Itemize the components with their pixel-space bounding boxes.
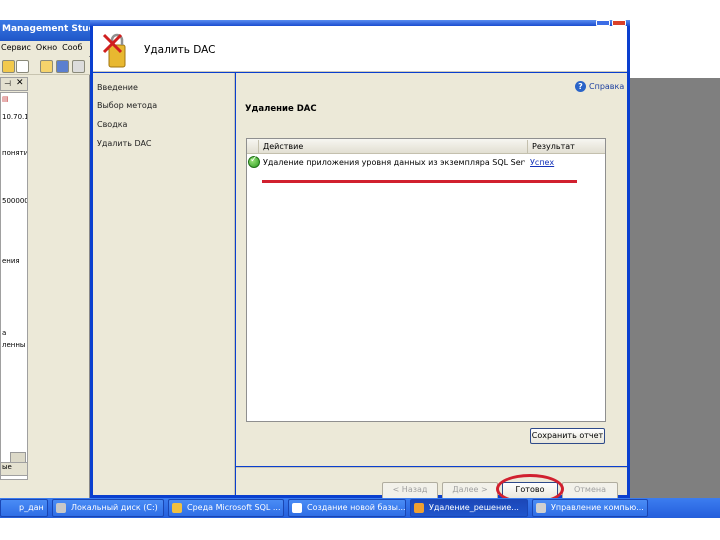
new-query-icon[interactable]	[2, 60, 15, 73]
document-icon	[292, 503, 302, 513]
drive-icon	[56, 503, 66, 513]
menu-item-messages[interactable]: Сооб	[62, 43, 82, 52]
ssms-title: Management Studio	[0, 20, 90, 41]
server-icon: ▤	[2, 95, 9, 103]
print-icon[interactable]	[72, 60, 85, 73]
column-separator[interactable]	[527, 140, 528, 153]
menu-item-window[interactable]: Окно	[36, 43, 57, 52]
row-action-text: Удаление приложения уровня данных из экз…	[263, 158, 525, 167]
help-icon[interactable]: ?	[575, 81, 586, 92]
column-header-action[interactable]: Действие	[263, 142, 303, 151]
desktop-background	[630, 78, 720, 498]
checkmark-icon: ✓	[250, 155, 258, 165]
section-title: Удаление DAC	[245, 104, 317, 114]
panel-fragment: ения	[2, 257, 20, 265]
panel-bottom-tab[interactable]: ые	[0, 462, 28, 476]
column-header-result[interactable]: Результат	[532, 142, 575, 151]
wizard-nav	[93, 73, 235, 495]
database-lock-icon	[102, 33, 126, 68]
panel-fragment: 500000	[2, 197, 28, 205]
ssms-toolbar	[0, 57, 90, 75]
nav-item-method[interactable]: Выбор метода	[97, 101, 157, 110]
save-report-button[interactable]: Сохранить отчет	[530, 428, 605, 444]
nav-item-summary[interactable]: Сводка	[97, 120, 127, 129]
wizard-icon	[414, 503, 424, 513]
open-folder-icon[interactable]	[40, 60, 53, 73]
new-file-icon[interactable]	[16, 60, 29, 73]
taskbar-item-local-disk[interactable]: Локальный диск (C:)	[52, 499, 164, 517]
taskbar-item-data[interactable]: р_дан	[0, 499, 48, 517]
row-result-link[interactable]: Успех	[530, 158, 554, 167]
taskbar-item-delete-solution[interactable]: Удаление_решение...	[410, 499, 528, 517]
column-separator[interactable]	[258, 140, 259, 153]
ssms-menu: Сервис Окно Сооб	[0, 41, 90, 56]
panel-fragment: понятия	[2, 149, 28, 157]
annotation-underline	[262, 180, 577, 183]
panel-fragment: а	[2, 329, 7, 337]
object-explorer-header: ⊣ ✕	[0, 77, 28, 91]
nav-item-delete-dac[interactable]: Удалить DAC	[97, 139, 151, 148]
taskbar-item-computer-mgmt[interactable]: Управление компью...	[532, 499, 648, 517]
sql-studio-icon	[172, 503, 182, 513]
taskbar-item-new-database[interactable]: Создание новой базы...	[288, 499, 406, 517]
dialog-title: Удалить DAC	[144, 44, 216, 56]
panel-fragment: 10.70.1	[2, 113, 28, 121]
help-link[interactable]: Справка	[589, 82, 624, 91]
taskbar-item-sql-studio[interactable]: Среда Microsoft SQL ...	[168, 499, 284, 517]
panel-fragment: ленны	[2, 341, 26, 349]
computer-icon	[536, 503, 546, 513]
save-icon[interactable]	[56, 60, 69, 73]
close-panel-icon[interactable]: ✕	[16, 78, 24, 88]
nav-item-intro[interactable]: Введение	[97, 83, 138, 92]
menu-item-service[interactable]: Сервис	[1, 43, 31, 52]
pin-icon[interactable]: ⊣	[4, 79, 11, 88]
object-explorer-panel: ▤ 10.70.1 понятия 500000 ения а ленны	[0, 92, 28, 480]
